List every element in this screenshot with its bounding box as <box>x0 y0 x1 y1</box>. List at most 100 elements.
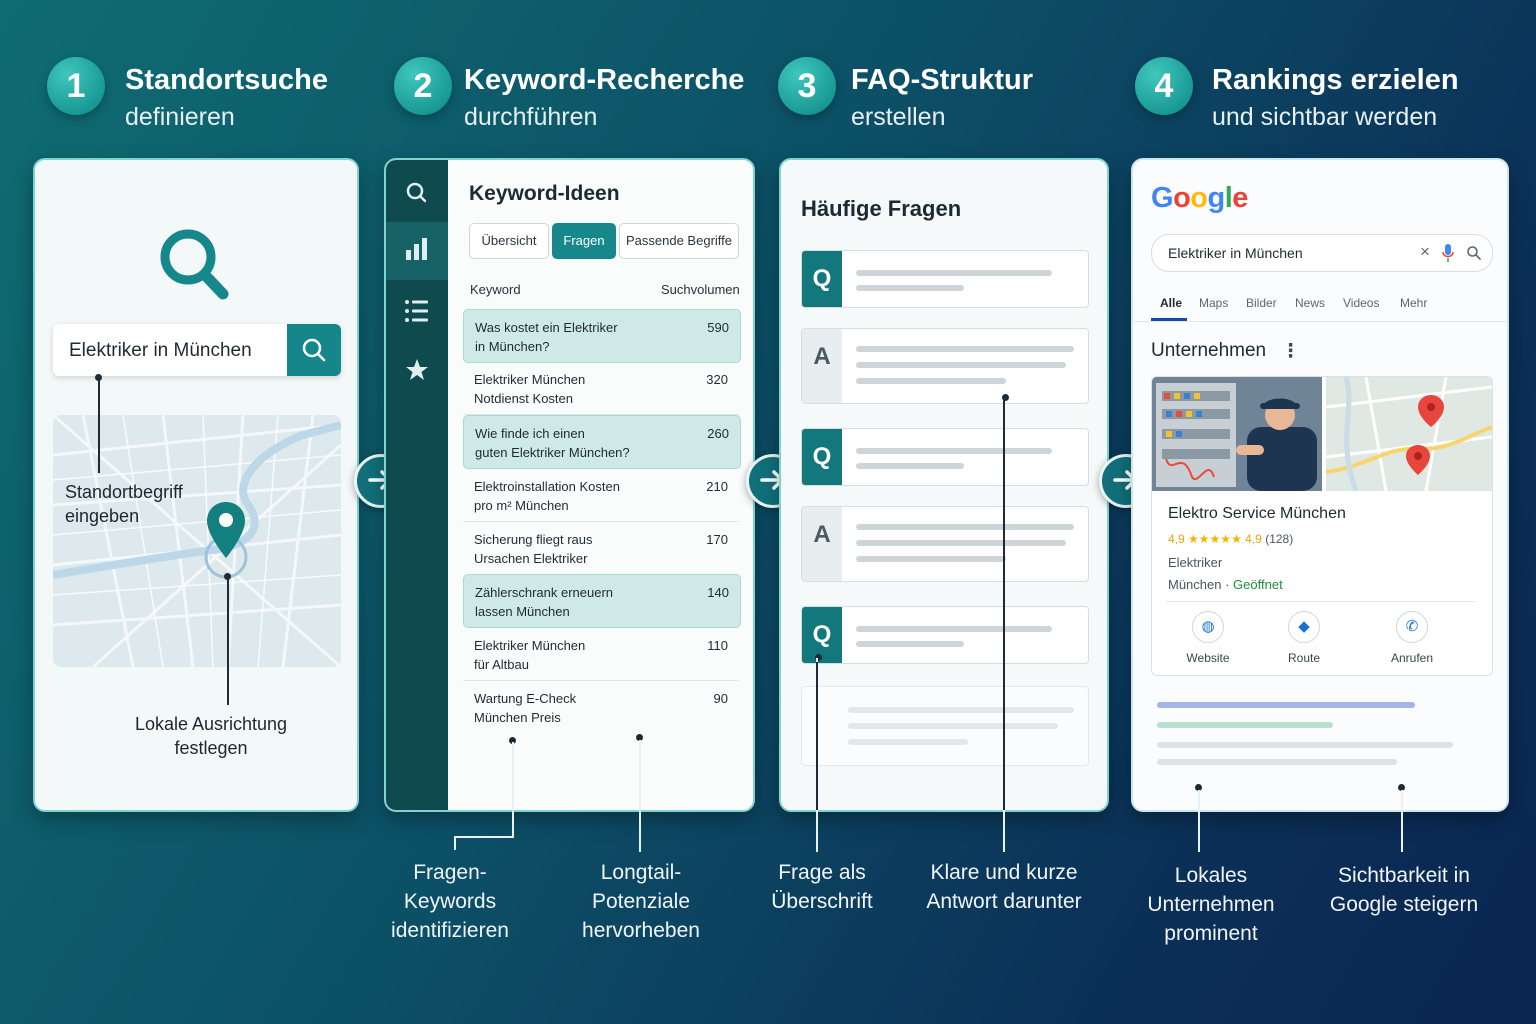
callout-line <box>454 836 456 850</box>
faq-answer: A <box>801 506 1089 582</box>
map-streets <box>53 415 341 667</box>
caption-longtail: Longtail-Potenziale hervorheben <box>582 861 700 942</box>
google-tab-mehr[interactable]: Mehr <box>1400 296 1427 310</box>
business-listing[interactable]: Elektro Service München 4,9 ★★★★★ 4,9 (1… <box>1151 376 1493 676</box>
search-icon <box>302 338 326 362</box>
tool-sidebar <box>386 160 448 810</box>
business-rating: 4,9 ★★★★★ 4,9 (128) <box>1168 532 1294 546</box>
sidebar-item-list[interactable] <box>386 282 448 340</box>
caption-frage-als-ueberschrift: Frage als Überschrift <box>771 861 873 913</box>
keyword-row[interactable]: Elektriker München Notdienst Kosten 320 <box>463 362 739 414</box>
callout-line <box>1003 810 1005 852</box>
text-line-placeholder <box>856 362 1066 368</box>
faq-question: Q <box>801 428 1089 486</box>
column-header-volume: Suchvolumen <box>661 282 740 297</box>
step-4-number: 4 <box>1135 57 1193 115</box>
column-header-keyword: Keyword <box>470 282 521 297</box>
answer-badge: A <box>802 507 842 581</box>
text-line-placeholder <box>856 285 964 291</box>
section-title: Unternehmen <box>1151 340 1267 361</box>
callout-line <box>1401 790 1403 852</box>
business-name[interactable]: Elektro Service München <box>1168 505 1346 523</box>
rating-stars: ★★★★★ <box>1188 532 1242 546</box>
google-tab-news[interactable]: News <box>1295 296 1325 310</box>
text-line-placeholder <box>856 448 1052 454</box>
step-3-subtitle: erstellen <box>851 103 946 131</box>
text-line-placeholder <box>1157 759 1397 765</box>
question-badge: Q <box>802 251 842 307</box>
clear-icon[interactable]: × <box>1420 242 1430 262</box>
step-1-title: Standortsuche <box>125 64 329 96</box>
google-search-value: Elektriker in München <box>1168 245 1303 261</box>
step-4-subtitle: und sichtbar werden <box>1212 103 1438 131</box>
callout-line <box>816 810 818 852</box>
keyword-row[interactable]: Zählerschrank erneuern lassen München 140 <box>463 574 741 628</box>
result-url-placeholder <box>1157 722 1333 728</box>
step-2-subtitle: durchführen <box>464 103 598 131</box>
callout-line <box>454 836 514 838</box>
tab-uebersicht[interactable]: Übersicht <box>469 223 549 259</box>
text-line-placeholder <box>856 556 1006 562</box>
list-icon <box>405 300 428 322</box>
website-action[interactable]: ◍ Website <box>1168 611 1248 665</box>
sidebar-item-stats[interactable] <box>386 222 448 280</box>
question-badge: Q <box>802 429 842 485</box>
microphone-icon[interactable] <box>1442 243 1454 263</box>
callout-line <box>1003 398 1005 852</box>
text-line-placeholder <box>856 540 1066 546</box>
callout-line <box>1198 790 1200 852</box>
search-icon <box>406 182 427 203</box>
search-icon[interactable] <box>1466 245 1482 261</box>
google-tab-alle[interactable]: Alle <box>1160 296 1182 310</box>
text-line-placeholder <box>856 378 1006 384</box>
keyword-row[interactable]: Wie finde ich einen guten Elektriker Münc… <box>463 415 741 469</box>
callout-line <box>639 740 641 852</box>
caption-fragen-keywords: Fragen-Keywords identifizieren <box>391 861 509 942</box>
business-map-thumbnail <box>1326 377 1492 491</box>
label-lokale-ausrichtung: Lokale Ausrichtung festlegen <box>134 714 288 758</box>
open-status: Geöffnet <box>1233 577 1283 592</box>
tab-fragen[interactable]: Fragen <box>552 223 616 259</box>
keyword-row[interactable]: Wartung E-Check München Preis 90 <box>463 681 739 733</box>
magnifier-icon <box>160 229 229 300</box>
search-button[interactable] <box>287 324 341 376</box>
step-2-title: Keyword-Recherche <box>464 64 745 96</box>
keyword-row[interactable]: Was kostet ein Elektriker in München? 590 <box>463 309 741 363</box>
step-4-title: Rankings erzielen <box>1212 64 1459 96</box>
google-results-card: Google Elektriker in München × Alle Maps… <box>1131 158 1509 812</box>
google-tab-videos[interactable]: Videos <box>1343 296 1379 310</box>
business-location: München · Geöffnet <box>1168 577 1283 592</box>
text-line-placeholder <box>856 641 964 647</box>
sidebar-item-favorites[interactable] <box>386 342 448 400</box>
more-options-icon[interactable]: ⋮ <box>1281 340 1300 363</box>
location-search-input[interactable]: Elektriker in München <box>53 324 341 376</box>
route-action[interactable]: ◆ Route <box>1264 611 1344 665</box>
question-badge: Q <box>802 607 842 663</box>
electrician-photo <box>1152 377 1322 491</box>
google-search-input[interactable]: Elektriker in München × <box>1151 234 1493 272</box>
keyword-row[interactable]: Elektriker München für Altbau 110 <box>463 628 739 680</box>
keyword-row[interactable]: Elektroinstallation Kosten pro m² München… <box>463 469 739 521</box>
text-line-placeholder <box>856 463 964 469</box>
keyword-row[interactable]: Sicherung fliegt raus Ursachen Elektriker… <box>463 522 739 574</box>
phone-icon: ✆ <box>1396 611 1428 643</box>
sidebar-item-search[interactable] <box>386 164 448 222</box>
text-line-placeholder <box>856 524 1074 530</box>
callout-line <box>227 577 229 705</box>
label-standortbegriff: Standortbegriff eingeben <box>65 482 183 526</box>
tab-passende-begriffe[interactable]: Passende Begriffe <box>619 223 739 259</box>
text-line-placeholder <box>1157 742 1453 748</box>
star-icon <box>406 359 428 380</box>
step-3-title: FAQ-Struktur <box>851 64 1034 96</box>
call-action[interactable]: ✆ Anrufen <box>1372 611 1452 665</box>
text-line-placeholder <box>856 270 1052 276</box>
location-pin-icon <box>207 502 245 558</box>
google-tab-bilder[interactable]: Bilder <box>1246 296 1277 310</box>
caption-lokales-unternehmen: Lokales Unternehmen prominent <box>1147 864 1275 945</box>
globe-icon: ◍ <box>1192 611 1224 643</box>
callout-line <box>816 662 818 810</box>
google-tab-maps[interactable]: Maps <box>1199 296 1228 310</box>
faq-answer: A <box>801 328 1089 404</box>
caption-sichtbarkeit: Sichtbarkeit in Google steigern <box>1329 864 1479 916</box>
map-preview <box>53 415 341 667</box>
